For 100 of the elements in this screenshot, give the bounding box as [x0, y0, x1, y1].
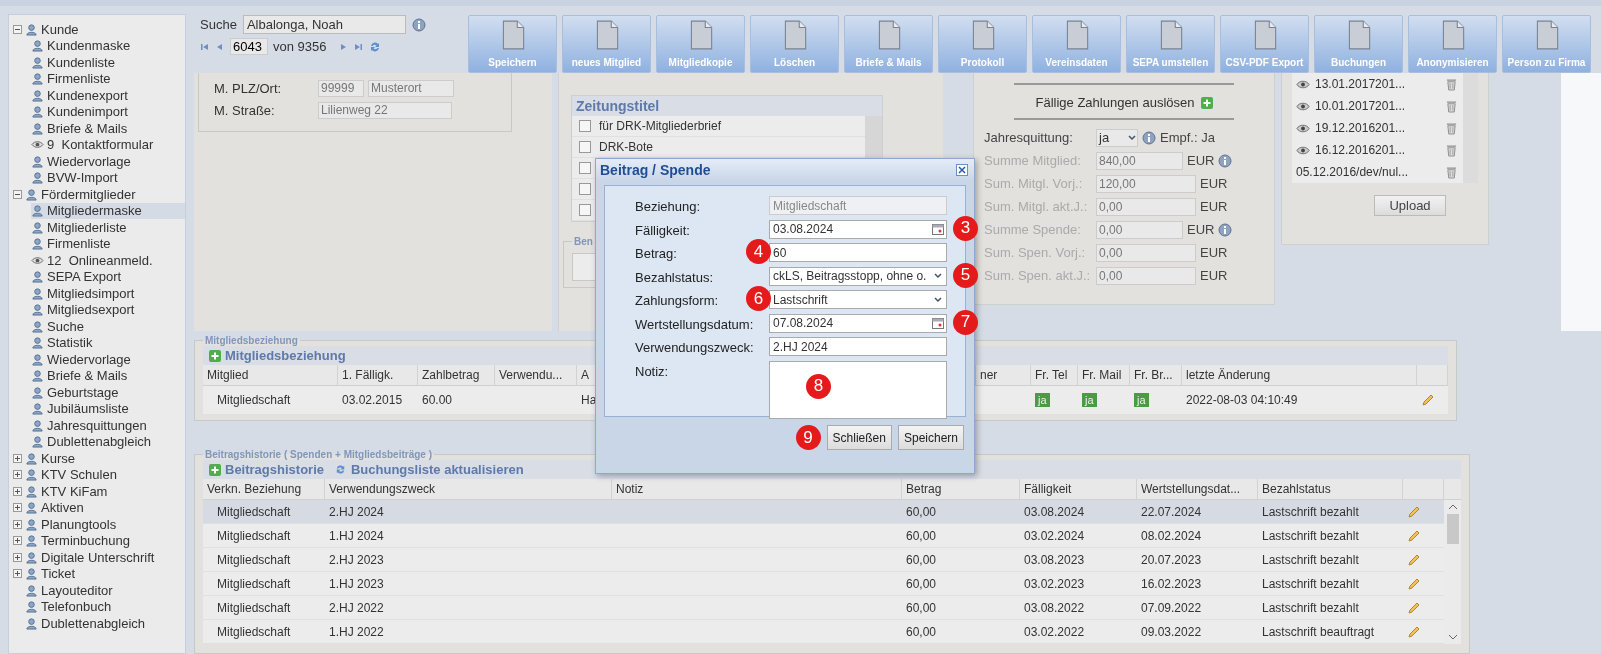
input-field[interactable]: 8 — [769, 360, 947, 419]
tree-item[interactable]: Mitgliedsimport — [31, 285, 185, 302]
input-field[interactable]: 07.08.2024 — [769, 313, 947, 333]
eye-icon[interactable] — [1296, 101, 1310, 111]
expand-toggle-icon[interactable] — [13, 189, 22, 199]
checkbox[interactable] — [579, 204, 591, 216]
checkbox[interactable] — [579, 141, 591, 153]
input-field[interactable]: 120,00 — [1096, 174, 1196, 193]
input-field[interactable]: Lastschrift — [769, 290, 947, 309]
add-icon[interactable] — [209, 349, 221, 362]
tree-item[interactable]: Mitgliedermaske — [31, 202, 185, 219]
info-icon[interactable] — [411, 17, 426, 32]
tree-item[interactable]: Kundenexport — [31, 87, 185, 104]
expand-toggle-icon[interactable] — [13, 486, 22, 496]
scrollbar-thumb[interactable] — [1446, 514, 1459, 544]
tree-item[interactable]: Firmenliste — [31, 235, 185, 252]
tree-item[interactable]: SEPA Export — [31, 268, 185, 285]
column-header[interactable]: ner — [976, 365, 1031, 385]
column-header[interactable]: letzte Änderung — [1182, 365, 1417, 385]
table-row[interactable]: Mitgliedschaft 1.HJ 2024 60,00 03.02.2024 08.02.2024 Lastschrift bezahlt — [203, 524, 1444, 548]
add-icon[interactable] — [1200, 96, 1213, 109]
eye-icon[interactable] — [1296, 79, 1310, 89]
pencil-icon[interactable] — [1407, 528, 1421, 543]
pencil-icon[interactable] — [1407, 552, 1421, 567]
tree-item[interactable]: Kurse — [25, 450, 185, 467]
last-page-icon[interactable] — [352, 41, 363, 52]
add-icon[interactable] — [209, 463, 221, 476]
tree-item[interactable]: Wiedervorlage — [31, 153, 185, 170]
tree-item[interactable]: Statistik — [31, 334, 185, 351]
pencil-icon[interactable] — [1421, 393, 1435, 407]
scrollbar[interactable] — [1444, 500, 1461, 644]
trash-icon[interactable] — [1446, 121, 1457, 135]
trash-icon[interactable] — [1446, 165, 1457, 179]
scrollbar[interactable] — [1463, 73, 1478, 183]
tree-item[interactable]: Jubiläumsliste — [31, 400, 185, 417]
trash-icon[interactable] — [1446, 99, 1457, 113]
tree-item[interactable]: Kundenimport — [31, 103, 185, 120]
tree-item[interactable]: Terminbuchung — [25, 532, 185, 549]
checkbox[interactable] — [579, 120, 591, 132]
tree-item[interactable]: BVW-Import — [31, 169, 185, 186]
input-field[interactable]: ckLS, Beitragsstopp, ohne o. — [769, 266, 947, 286]
table-row[interactable]: Mitgliedschaft 2.HJ 2022 60,00 03.08.2022 07.09.2022 Lastschrift bezahlt — [203, 596, 1444, 620]
input-field[interactable]: 2.HJ 2024 — [769, 337, 947, 356]
search-field[interactable]: Albalonga, Noah — [242, 15, 406, 34]
column-header[interactable]: Bezahlstatus — [1258, 479, 1403, 499]
tree-item[interactable]: KTV KiFam — [25, 483, 185, 500]
column-header[interactable]: Fr. Mail — [1078, 365, 1130, 385]
dialog-button[interactable]: Speichern — [897, 425, 964, 450]
column-header[interactable]: Verkn. Beziehung — [203, 479, 325, 499]
expand-toggle-icon[interactable] — [13, 453, 22, 463]
expand-toggle-icon[interactable] — [13, 536, 22, 546]
tree-item[interactable]: Telefonbuch — [25, 598, 185, 615]
expand-toggle-icon[interactable] — [13, 470, 22, 480]
tree-item[interactable]: 12 Onlineanmeld. — [31, 252, 185, 269]
pencil-icon[interactable] — [1407, 504, 1421, 519]
input-field[interactable]: 0,00 — [1096, 220, 1183, 239]
tree-item[interactable]: Planungtools — [25, 516, 185, 533]
tree-item[interactable]: KTV Schulen — [25, 466, 185, 483]
upload-button[interactable]: Upload — [1374, 195, 1446, 216]
input-field[interactable]: 0,00 — [1096, 266, 1196, 285]
select-field[interactable]: ja — [1096, 128, 1138, 147]
tree-item[interactable]: Layouteditor — [25, 582, 185, 599]
file-name[interactable]: 13.01.2017201... — [1315, 77, 1441, 91]
expand-toggle-icon[interactable] — [13, 24, 22, 34]
first-page-icon[interactable] — [200, 41, 210, 52]
column-header[interactable]: Zahlbetrag — [418, 365, 495, 385]
table-row[interactable]: Mitgliedschaft 1.HJ 2022 60,00 03.02.2022 09.03.2022 Lastschrift beauftragt — [203, 620, 1444, 644]
column-header[interactable]: Mitglied — [203, 365, 338, 385]
input-field[interactable]: 99999 — [318, 79, 364, 97]
info-icon[interactable] — [1218, 222, 1233, 237]
tree-item[interactable]: Mitgliedsexport — [31, 301, 185, 318]
file-name[interactable]: 19.12.2016201... — [1315, 121, 1441, 135]
input-field[interactable]: 0,00 — [1096, 197, 1196, 216]
column-header[interactable]: Fälligkeit — [1020, 479, 1137, 499]
record-number-field[interactable]: 6043 — [230, 38, 268, 55]
column-header[interactable]: Betrag — [902, 479, 1020, 499]
tree-item[interactable]: Suche — [31, 318, 185, 335]
scroll-up-icon[interactable] — [1447, 504, 1458, 510]
pencil-icon[interactable] — [1407, 576, 1421, 591]
column-header[interactable]: 1. Fälligk. — [338, 365, 418, 385]
input-field[interactable]: Musterort — [368, 79, 454, 97]
trash-icon[interactable] — [1446, 143, 1457, 157]
column-header[interactable]: Verwendungszweck — [325, 479, 612, 499]
tree-item[interactable]: Digitale Unterschrift — [25, 549, 185, 566]
info-icon[interactable] — [1218, 153, 1233, 168]
info-icon[interactable] — [1142, 130, 1156, 145]
table-row[interactable]: Mitgliedschaft 2.HJ 2024 60,00 03.08.2024 22.07.2024 Lastschrift bezahlt — [203, 500, 1444, 524]
column-header[interactable]: Verwendu... — [495, 365, 577, 385]
tree-item[interactable]: Briefe & Mails — [31, 120, 185, 137]
previous-icon[interactable] — [215, 41, 225, 52]
tree-item[interactable]: Kunde — [25, 21, 185, 38]
pencil-icon[interactable] — [1407, 624, 1421, 639]
trash-icon[interactable] — [1446, 77, 1457, 91]
table-row[interactable]: Mitgliedschaft 2.HJ 2023 60,00 03.08.2023 20.07.2023 Lastschrift bezahlt — [203, 548, 1444, 572]
calendar-icon[interactable] — [932, 317, 944, 329]
column-header[interactable]: Fr. Tel — [1031, 365, 1078, 385]
input-field[interactable]: Lilienweg 22 — [318, 101, 452, 119]
expand-toggle-icon[interactable] — [13, 552, 22, 562]
checkbox[interactable] — [579, 162, 591, 174]
expand-toggle-icon[interactable] — [13, 519, 22, 529]
